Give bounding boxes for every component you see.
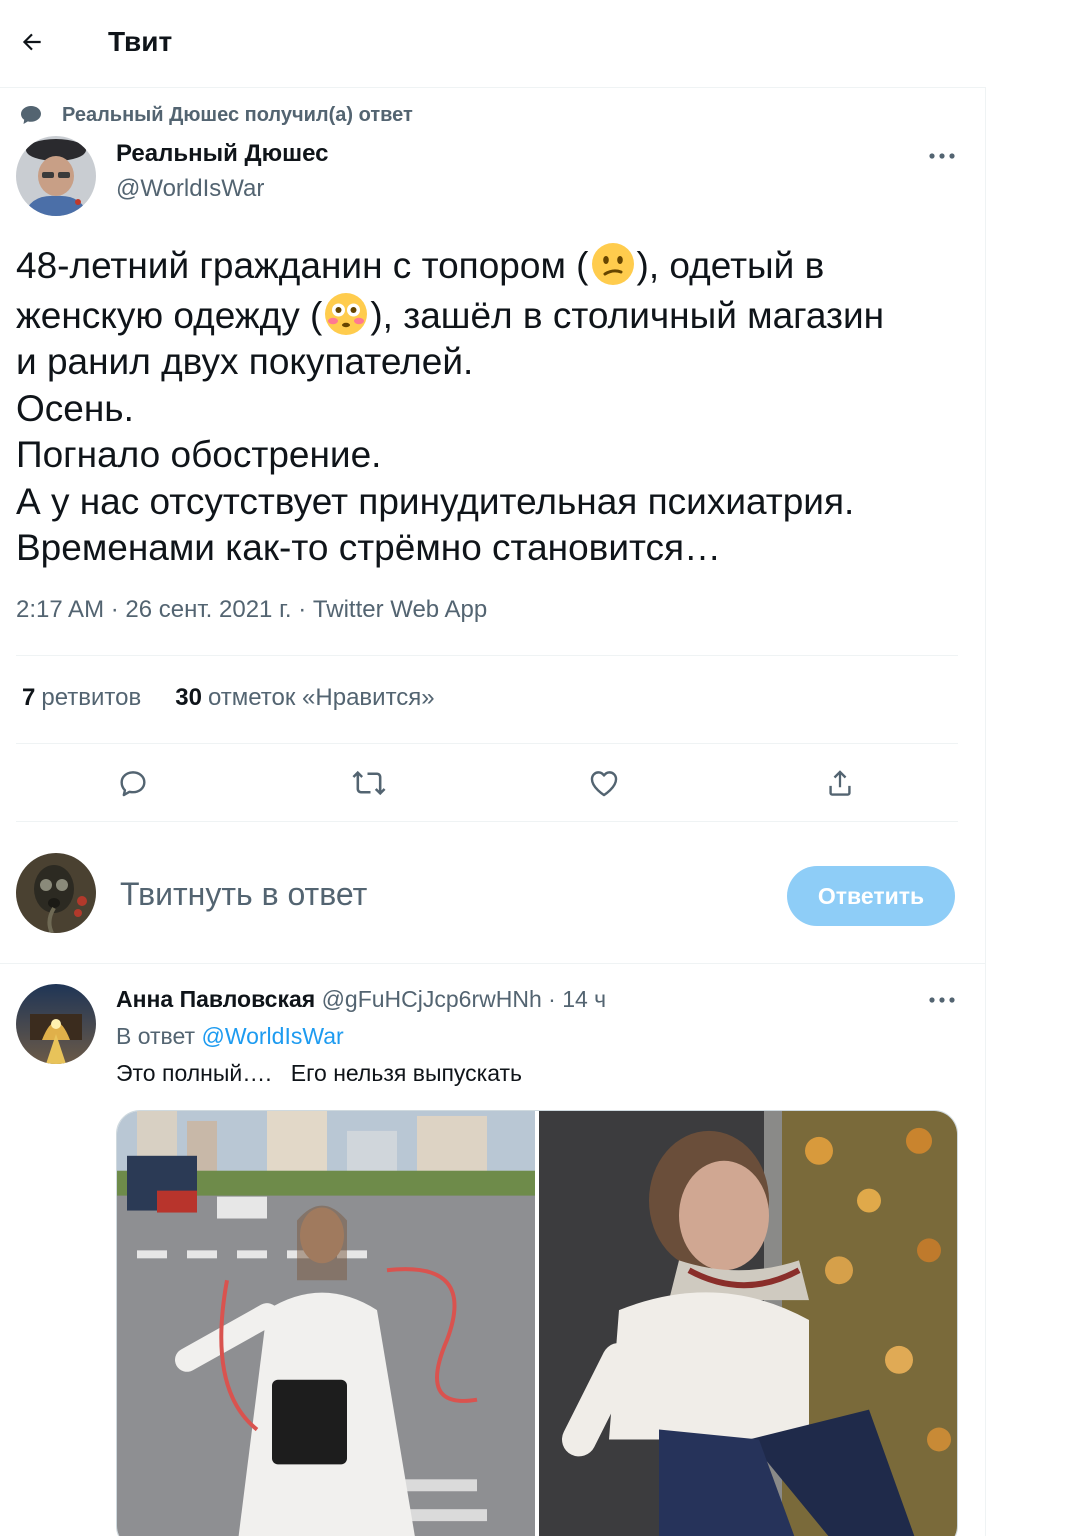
page-title: Твит bbox=[108, 26, 173, 57]
share-icon bbox=[829, 770, 851, 796]
reply-more-button[interactable] bbox=[922, 985, 962, 1015]
tweet-stats: 7 ретвитов 30 отметок «Нравится» bbox=[22, 684, 435, 712]
back-button[interactable] bbox=[10, 20, 54, 64]
retweet-icon bbox=[352, 770, 386, 796]
section-separator bbox=[0, 963, 986, 964]
tweet-text-line: Погнало обострение. bbox=[16, 434, 382, 475]
arrow-left-icon bbox=[22, 33, 41, 51]
like-action-button[interactable] bbox=[579, 758, 629, 808]
reply-author-name[interactable]: Анна Павловская bbox=[116, 986, 315, 1012]
tweet-text-line: женскую одежду (), зашёл в столичный маг… bbox=[16, 290, 966, 340]
tweet-text: 48-летний гражданин с топором (), одетый… bbox=[16, 240, 966, 572]
street-photo[interactable] bbox=[117, 1111, 535, 1536]
retweet-action-button[interactable] bbox=[344, 758, 394, 808]
more-horizontal-icon bbox=[929, 153, 955, 159]
speech-bubble-icon bbox=[16, 100, 46, 130]
tweet-text-line: А у нас отсутствует принудительная психи… bbox=[16, 480, 855, 522]
reply-mention-link[interactable]: @WorldIsWar bbox=[201, 1023, 343, 1049]
author-name[interactable]: Реальный Дюшес bbox=[116, 140, 329, 168]
heart-icon bbox=[590, 771, 618, 797]
tweet-text-line: Осень. bbox=[16, 387, 134, 429]
likes-stat[interactable]: 30 отметок «Нравится» bbox=[175, 684, 434, 712]
tweet-text-line: Временами как-то стрёмно становится… bbox=[16, 527, 722, 568]
divider bbox=[16, 821, 958, 822]
more-horizontal-icon bbox=[929, 997, 955, 1003]
reply-header: Анна Павловская @gFuHCjJcp6rwHNh · 14 ч bbox=[116, 986, 606, 1013]
tweet-timestamp[interactable]: 2:17 AM · 26 сент. 2021 г. · Twitter Web… bbox=[16, 596, 487, 624]
share-action-button[interactable] bbox=[815, 758, 865, 808]
divider bbox=[16, 655, 958, 656]
reply-submit-button[interactable]: Ответить bbox=[787, 866, 955, 926]
reply-icon bbox=[120, 771, 146, 797]
tweet-text-line: 48-летний гражданин с топором (), одетый… bbox=[16, 240, 966, 290]
main-column: Твит Реальный Дюшес получил(а) ответ Реа… bbox=[0, 0, 986, 1536]
reply-input[interactable]: Твитнуть в ответ bbox=[120, 876, 367, 913]
social-context-label[interactable]: Реальный Дюшес получил(а) ответ bbox=[62, 104, 413, 127]
reply-author-avatar[interactable] bbox=[16, 984, 96, 1064]
page-header: Твит bbox=[0, 0, 986, 88]
tweet-more-button[interactable] bbox=[922, 141, 962, 171]
autumn-leaves-photo[interactable] bbox=[539, 1111, 957, 1536]
reply-text: Это полный…. Его нельзя выпускать bbox=[116, 1060, 523, 1086]
confused-face-icon bbox=[591, 243, 634, 285]
reply-action-button[interactable] bbox=[108, 758, 158, 808]
current-user-avatar[interactable] bbox=[16, 853, 96, 933]
reply-media bbox=[116, 1110, 958, 1536]
reply-context: В ответ @WorldIsWar bbox=[116, 1023, 344, 1049]
author-avatar[interactable] bbox=[16, 136, 96, 216]
flushed-face-icon bbox=[325, 292, 368, 335]
divider bbox=[16, 743, 958, 744]
tweet-text-line: и ранил двух покупателей. bbox=[16, 341, 474, 382]
social-context: Реальный Дюшес получил(а) ответ bbox=[16, 100, 413, 130]
author-handle[interactable]: @WorldIsWar bbox=[116, 175, 264, 203]
retweets-stat[interactable]: 7 ретвитов bbox=[22, 684, 141, 712]
reply-author-handle-time[interactable]: @gFuHCjJcp6rwHNh · 14 ч bbox=[322, 986, 607, 1012]
